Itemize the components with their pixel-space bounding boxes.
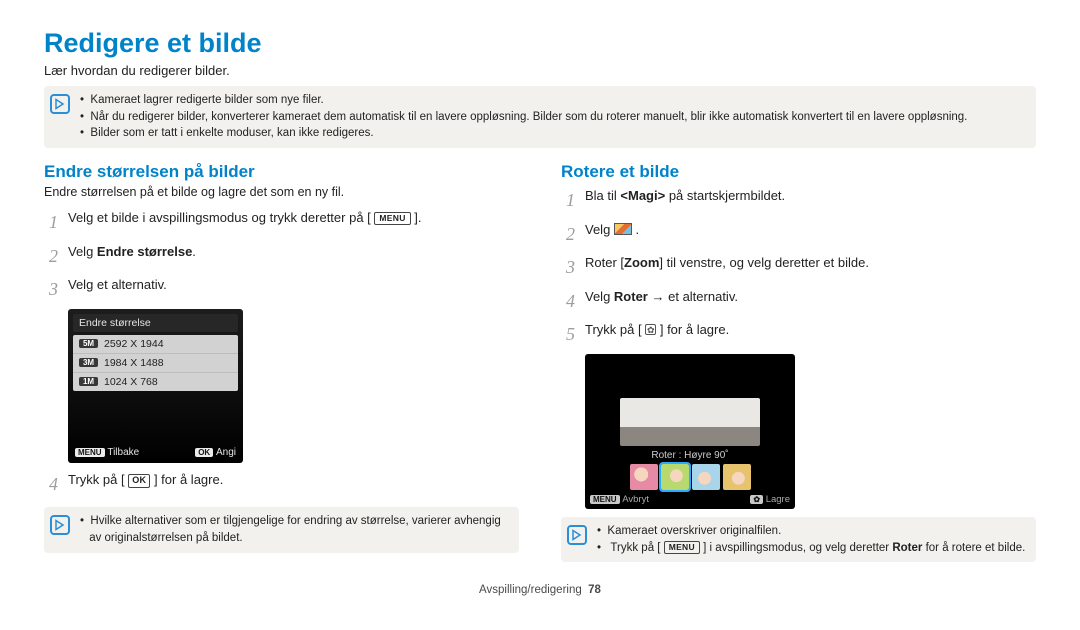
- save-label: Lagre: [766, 494, 790, 505]
- note-bold: Roter: [892, 542, 922, 554]
- step: Velg .: [561, 219, 1036, 250]
- thumb: [723, 464, 751, 490]
- step-text: Trykk på [: [585, 322, 642, 337]
- rotate-footer: MENU Avbryt ✿ Lagre: [590, 494, 790, 505]
- menu-back-label: Tilbake: [107, 447, 139, 458]
- menu-footer: MENU Tilbake OK Angi: [73, 447, 238, 458]
- resize-note-list: Hvilke alternativer som er tilgjengelige…: [80, 513, 509, 546]
- resolution-row: 3M 1984 X 1488: [73, 354, 238, 373]
- note-icon: [50, 94, 70, 114]
- step-text: Bla til: [585, 188, 620, 203]
- step-text: ].: [414, 210, 421, 225]
- step-text: ] til venstre, og velg deretter et bilde…: [659, 255, 869, 270]
- step: Velg Endre størrelse.: [44, 241, 519, 272]
- cancel-label: Avbryt: [622, 494, 649, 505]
- steps-rotate: Bla til <Magi> på startskjermbildet. Vel…: [561, 185, 1036, 350]
- thumb-selected: [661, 464, 689, 490]
- step-text: .: [192, 244, 196, 259]
- resolution-row: 1M 1024 X 768: [73, 373, 238, 391]
- step-text: på startskjermbildet.: [669, 188, 785, 203]
- step-text: Velg: [585, 222, 614, 237]
- magic-swatch-icon: [614, 223, 632, 235]
- note-item: Når du redigerer bilder, konverterer kam…: [80, 109, 967, 126]
- note-text: for å rotere et bilde.: [926, 542, 1026, 554]
- menu-dropdown: 5M 2592 X 1944 3M 1984 X 1488 1M 1024 X …: [73, 335, 238, 391]
- step-text: Velg: [585, 289, 614, 304]
- step-text: Trykk på [: [68, 472, 125, 487]
- step: Velg Roter → et alternativ.: [561, 286, 1036, 317]
- column-resize: Endre størrelsen på bilder Endre størrel…: [44, 162, 519, 576]
- flower-button-icon: [645, 324, 656, 335]
- resolution-row: 5M 2592 X 1944: [73, 335, 238, 354]
- size-badge: 1M: [79, 377, 98, 386]
- rotate-label: Roter : Høyre 90˚: [651, 450, 728, 461]
- ok-tag: OK: [195, 448, 213, 457]
- section-heading-rotate: Rotere et bilde: [561, 162, 1036, 182]
- resize-note-box: Hvilke alternativer som er tilgjengelige…: [44, 507, 519, 552]
- menu-tag: MENU: [75, 448, 105, 457]
- step: Bla til <Magi> på startskjermbildet.: [561, 185, 1036, 216]
- camera-resize-menu: Endre størrelse 5M 2592 X 1944 3M 1984 X…: [68, 309, 243, 463]
- menu-header: Endre størrelse: [73, 314, 238, 332]
- column-rotate: Rotere et bilde Bla til <Magi> på starts…: [561, 162, 1036, 576]
- note-text: Trykk på [: [610, 542, 660, 554]
- page-title: Redigere et bilde: [44, 28, 1036, 59]
- step-text: ] for å lagre.: [154, 472, 223, 487]
- note-icon: [567, 525, 587, 545]
- rotate-preview-area: Roter : Høyre 90˚: [590, 358, 790, 446]
- menu-button-icon: MENU: [664, 541, 700, 554]
- step-bold: <Magi>: [620, 188, 665, 203]
- thumb: [692, 464, 720, 490]
- section-heading-resize: Endre størrelsen på bilder: [44, 162, 519, 182]
- note-item: Hvilke alternativer som er tilgjengelige…: [80, 513, 509, 546]
- step-text: Velg: [68, 244, 97, 259]
- camera-rotate-preview: Roter : Høyre 90˚ MENU Avbryt ✿ Lagre: [585, 354, 795, 509]
- ok-button-icon: OK: [128, 474, 150, 488]
- top-note-box: Kameraet lagrer redigerte bilder som nye…: [44, 86, 1036, 148]
- top-note-list: Kameraet lagrer redigerte bilder som nye…: [80, 92, 967, 142]
- page-footer: Avspilling/redigering 78: [44, 584, 1036, 596]
- step-bold: Endre størrelse: [97, 244, 192, 259]
- thumb: [630, 464, 658, 490]
- step-text: ] for å lagre.: [660, 322, 729, 337]
- step-text: → et alternativ.: [652, 289, 738, 304]
- steps-resize: Velg et bilde i avspillingsmodus og tryk…: [44, 207, 519, 305]
- step-bold: Roter: [614, 289, 648, 304]
- step: Roter [Zoom] til venstre, og velg derett…: [561, 252, 1036, 283]
- steps-resize-cont: Trykk på [ OK ] for å lagre.: [44, 469, 519, 500]
- note-text: ] i avspillingsmodus, og velg deretter: [703, 542, 892, 554]
- menu-ok-label: Angi: [216, 447, 236, 458]
- step-text: Roter [: [585, 255, 624, 270]
- step-text: Velg et alternativ.: [68, 274, 167, 296]
- page-subtitle: Lær hvordan du redigerer bilder.: [44, 63, 1036, 78]
- note-item: Kameraet overskriver originalfilen.: [597, 523, 1025, 540]
- note-item: Kameraet lagrer redigerte bilder som nye…: [80, 92, 967, 109]
- size-badge: 5M: [79, 339, 98, 348]
- rotate-note-box: Kameraet overskriver originalfilen. Tryk…: [561, 517, 1036, 562]
- rotate-thumbs: [590, 464, 790, 490]
- step: Velg et alternativ.: [44, 274, 519, 305]
- step-text: .: [636, 222, 640, 237]
- step: Trykk på [ ] for å lagre.: [561, 319, 1036, 350]
- resolution-value: 1984 X 1488: [104, 357, 164, 369]
- menu-tag: MENU: [590, 495, 620, 504]
- section-sub-resize: Endre størrelsen på et bilde og lagre de…: [44, 185, 519, 199]
- resolution-value: 2592 X 1944: [104, 338, 164, 350]
- preview-image: [620, 398, 760, 446]
- step-bold: Zoom: [624, 255, 659, 270]
- note-item: Bilder som er tatt i enkelte moduser, ka…: [80, 125, 967, 142]
- menu-button-icon: MENU: [374, 212, 410, 225]
- step: Trykk på [ OK ] for å lagre.: [44, 469, 519, 500]
- page-number: 78: [588, 584, 601, 596]
- footer-section: Avspilling/redigering: [479, 584, 582, 596]
- rotate-note-list: Kameraet overskriver originalfilen. Tryk…: [597, 523, 1025, 556]
- resolution-value: 1024 X 768: [104, 376, 158, 388]
- size-badge: 3M: [79, 358, 98, 367]
- note-icon: [50, 515, 70, 535]
- step-text: Velg et bilde i avspillingsmodus og tryk…: [68, 210, 371, 225]
- step: Velg et bilde i avspillingsmodus og tryk…: [44, 207, 519, 238]
- note-item: Trykk på [ MENU ] i avspillingsmodus, og…: [597, 540, 1025, 557]
- flower-tag: ✿: [750, 495, 763, 504]
